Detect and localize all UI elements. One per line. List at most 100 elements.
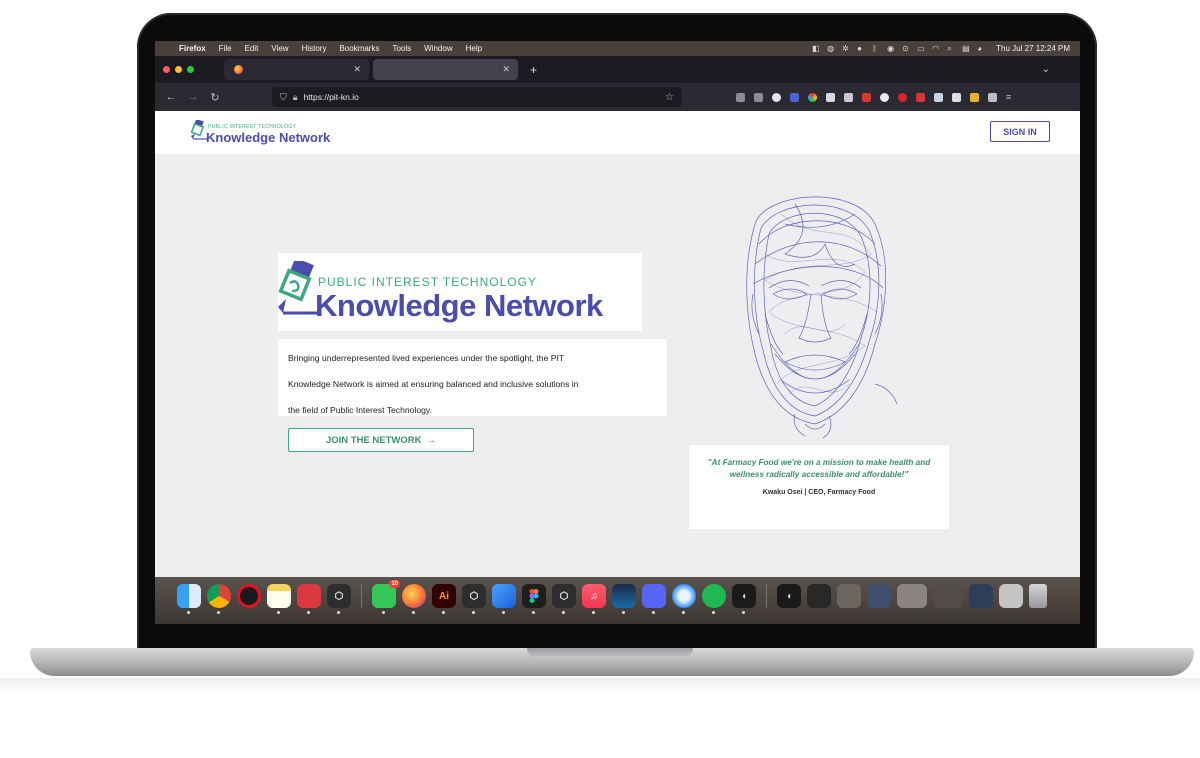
site-logo[interactable]: PUBLIC INTEREST TECHNOLOGY Knowledge Net… (190, 118, 341, 148)
minimized-window-icon[interactable] (933, 584, 963, 608)
music-icon[interactable]: ♫ (582, 584, 606, 614)
close-window-button[interactable] (163, 66, 170, 73)
download-icon[interactable] (754, 92, 763, 102)
laptop-notch (527, 648, 693, 658)
browser-tab[interactable]: ✕ (224, 59, 369, 80)
finder-icon[interactable] (177, 584, 201, 614)
status-icon[interactable]: ◉ (887, 44, 895, 53)
extension-icon[interactable] (808, 92, 817, 102)
menu-edit[interactable]: Edit (245, 44, 259, 53)
minimized-window-icon[interactable] (999, 584, 1023, 608)
extension-icon[interactable] (934, 92, 943, 102)
extension-icon[interactable] (952, 92, 961, 102)
minimized-window-icon[interactable] (969, 584, 993, 608)
figma-icon[interactable] (522, 584, 546, 614)
testimonial-card: "At Farmacy Food we're on a mission to m… (689, 445, 949, 529)
url-text[interactable]: https://pit-kn.io (304, 92, 359, 102)
list-tabs-chevron-icon[interactable]: ⌄ (1042, 64, 1050, 75)
extension-icon[interactable] (790, 92, 799, 102)
safari-icon[interactable] (672, 584, 696, 614)
wifi-icon[interactable]: ◠ (932, 44, 940, 53)
minimized-window-icon[interactable] (837, 584, 861, 608)
extension-icon[interactable] (862, 92, 871, 102)
new-tab-icon[interactable]: + (530, 63, 537, 77)
opera-icon[interactable] (237, 584, 261, 608)
status-icon[interactable]: ⊙ (902, 44, 910, 53)
status-icon[interactable]: ◍ (827, 44, 835, 53)
menu-window[interactable]: Window (424, 44, 452, 53)
lock-icon[interactable]: 🔒︎ (293, 92, 298, 103)
firefox-icon[interactable] (402, 584, 426, 614)
bluetooth-icon[interactable]: ᛒ (872, 44, 880, 53)
shield-icon[interactable]: ⛉ (280, 92, 287, 103)
hero-description-line: the field of Public Interest Technology. (288, 405, 432, 415)
back-arrow-icon[interactable]: ← (160, 91, 182, 103)
firefox-icon (234, 65, 243, 74)
expressvpn-icon[interactable] (297, 584, 321, 614)
minimized-window-icon[interactable] (867, 584, 891, 608)
cursor-icon[interactable]: ◖ (777, 584, 801, 608)
zoom-window-button[interactable] (187, 66, 194, 73)
address-bar[interactable]: ⛉ 🔒︎ https://pit-kn.io ☆ (272, 87, 682, 107)
hero-logo-subtitle: PUBLIC INTEREST TECHNOLOGY (318, 275, 537, 289)
unity-icon[interactable]: ⬡ (552, 584, 576, 614)
sign-in-button[interactable]: SIGN IN (990, 121, 1050, 142)
minimized-window-icon[interactable] (807, 584, 831, 608)
dock-separator (361, 584, 362, 608)
menu-history[interactable]: History (302, 44, 327, 53)
web-page: PUBLIC INTEREST TECHNOLOGY Knowledge Net… (155, 111, 1080, 577)
menubar-clock[interactable]: Thu Jul 27 12:24 PM (996, 44, 1070, 53)
testimonial-author: Kwaku Osei | CEO, Farmacy Food (762, 489, 876, 496)
reload-icon[interactable]: ↻ (204, 91, 226, 104)
illustrator-icon[interactable]: Ai (432, 584, 456, 614)
join-network-button[interactable]: JOIN THE NETWORK → (288, 428, 474, 452)
close-tab-icon[interactable]: ✕ (353, 64, 361, 75)
discord-icon[interactable] (642, 584, 666, 614)
chrome-icon[interactable] (207, 584, 231, 614)
control-center-icon[interactable]: ▤ (962, 44, 970, 53)
close-tab-icon[interactable]: ✕ (502, 64, 510, 75)
pocket-icon[interactable] (736, 92, 745, 102)
unity-icon[interactable]: ⬡ (327, 584, 351, 614)
browser-tab-strip: ✕ ✕ + ⌄ (155, 56, 1080, 83)
status-icon[interactable]: ✲ (842, 44, 850, 53)
status-icon[interactable]: ◧ (812, 44, 820, 53)
hamburger-menu-icon[interactable]: ≡ (1006, 92, 1015, 102)
extension-icon[interactable] (844, 92, 853, 102)
window-controls (163, 66, 194, 73)
messages-icon[interactable]: 10 (372, 580, 400, 614)
cursor-icon[interactable]: ◖ (732, 584, 756, 614)
extension-icon[interactable] (880, 92, 889, 102)
arrow-right-icon: → (426, 434, 437, 446)
notes-icon[interactable] (267, 584, 291, 614)
extensions-puzzle-icon[interactable] (988, 92, 997, 102)
extension-icon[interactable] (916, 92, 925, 102)
minimize-window-button[interactable] (175, 66, 182, 73)
browser-tab-active[interactable]: ✕ (373, 59, 518, 80)
battery-icon[interactable]: ▭ (917, 44, 925, 53)
menu-help[interactable]: Help (466, 44, 482, 53)
xcode-icon[interactable] (492, 584, 516, 614)
siri-icon[interactable]: ◕ (977, 44, 985, 53)
bookmark-star-icon[interactable]: ☆ (665, 92, 674, 103)
logo-title: Knowledge Network (206, 130, 331, 145)
menu-bookmarks[interactable]: Bookmarks (339, 44, 379, 53)
join-network-label: JOIN THE NETWORK (325, 434, 422, 446)
status-icon[interactable]: ● (857, 44, 865, 53)
extension-icon[interactable] (772, 92, 781, 102)
extension-icon[interactable] (898, 92, 907, 102)
menu-app-name[interactable]: Firefox (179, 44, 206, 53)
trash-icon[interactable] (1029, 584, 1047, 608)
menu-tools[interactable]: Tools (392, 44, 411, 53)
menu-file[interactable]: File (219, 44, 232, 53)
minimized-window-icon[interactable] (897, 584, 927, 608)
spotify-icon[interactable] (702, 584, 726, 614)
spotlight-search-icon[interactable]: ⌕ (947, 44, 955, 53)
messages-badge: 10 (389, 580, 400, 588)
menu-view[interactable]: View (271, 44, 288, 53)
extension-icon[interactable] (970, 92, 979, 102)
unity-hub-icon[interactable]: ⬡ (462, 584, 486, 614)
forward-arrow-icon[interactable]: → (182, 91, 204, 103)
steam-icon[interactable] (612, 584, 636, 614)
extension-icon[interactable] (826, 92, 835, 102)
